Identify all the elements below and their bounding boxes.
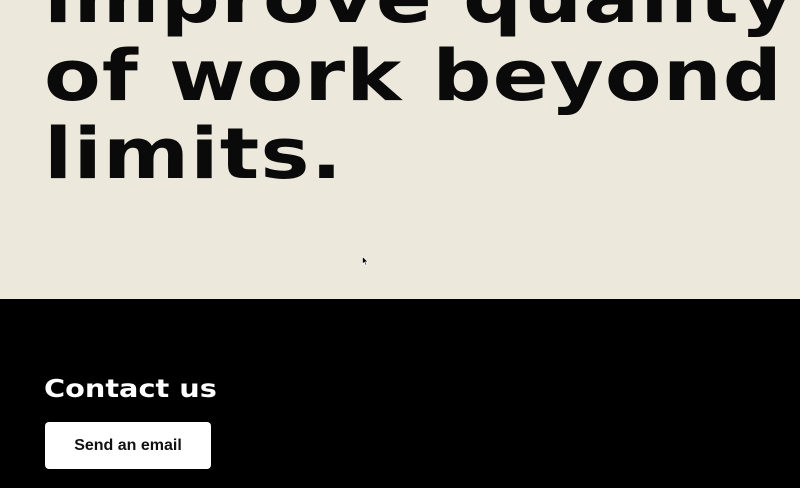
headline-line-2: of work beyond [44, 35, 784, 117]
headline-line-3: limits. [44, 113, 344, 195]
send-email-button[interactable]: Send an email [45, 422, 211, 469]
contact-section: Contact us Send an email [0, 299, 800, 488]
hero-headline: improve quality of work beyond limits. [44, 0, 795, 193]
mouse-pointer-icon [362, 256, 369, 266]
headline-line-1: improve quality [44, 0, 795, 37]
hero-section: improve quality of work beyond limits. [0, 0, 800, 299]
contact-title: Contact us [44, 374, 217, 403]
